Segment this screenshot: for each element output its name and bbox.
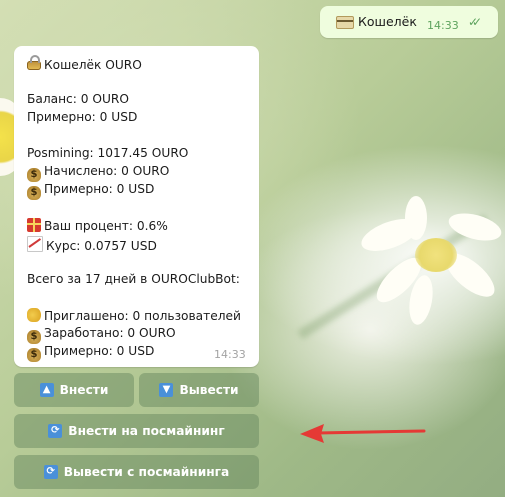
annotation-arrow-icon [300,424,426,443]
